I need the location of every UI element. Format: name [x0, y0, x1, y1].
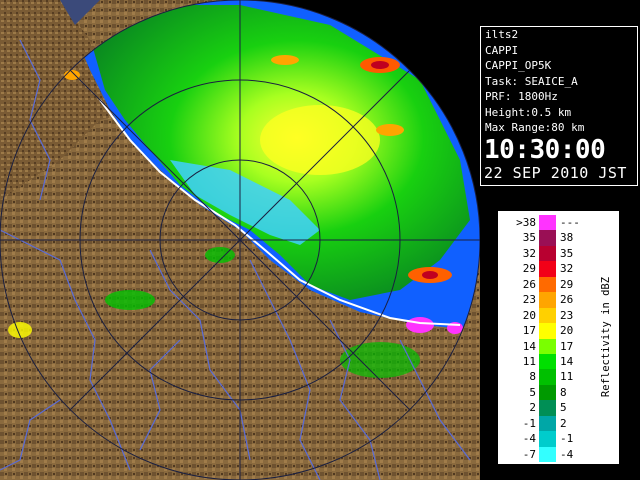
- height-label: Height:0.5 km: [485, 105, 572, 119]
- range-rings: [0, 0, 480, 480]
- prf-label: PRF: 1800Hz: [485, 90, 558, 103]
- legend-high-value: ---: [560, 216, 580, 229]
- legend-swatch: [539, 323, 556, 339]
- echo-cell: [376, 124, 404, 136]
- echo-core: [260, 105, 380, 175]
- legend-low-value: 29: [522, 262, 536, 276]
- legend-low-value: 8: [529, 370, 536, 384]
- legend-low-value: 5: [529, 385, 536, 399]
- legend-high-value: 35: [560, 246, 574, 260]
- echo-cell: [271, 55, 299, 65]
- product-name: CAPPI: [485, 43, 519, 57]
- legend-swatch: [539, 338, 556, 354]
- land-echo: [340, 342, 420, 378]
- legend-swatch: [539, 400, 556, 416]
- legend-row: 35 38: [498, 230, 619, 246]
- legend-high-value: 17: [560, 339, 574, 353]
- legend-swatch: [539, 384, 556, 401]
- legend-high-value: 5: [560, 401, 567, 415]
- legend-row: -7 -4: [498, 446, 619, 462]
- legend-unit: Reflectivity in dBZ: [599, 269, 613, 409]
- legend-swatch: [539, 431, 556, 447]
- legend-row: >38 ---: [498, 215, 619, 231]
- legend-unit-label: Reflectivity in dBZ: [600, 276, 612, 398]
- legend-high-value: -4: [560, 447, 574, 461]
- max-range-label: Max Range:80 km: [485, 121, 585, 134]
- legend-low-value: 14: [522, 339, 536, 353]
- legend-low-value: 26: [522, 277, 536, 291]
- legend-high-value: -1: [560, 432, 574, 446]
- legend-row: 32 35: [498, 245, 619, 262]
- station-name: ilts2: [485, 28, 519, 41]
- date-display: 22 SEP 2010 JST: [484, 163, 627, 182]
- legend-low-value: 11: [522, 354, 536, 368]
- task-label: Task: SEAICE_A: [485, 74, 578, 88]
- legend-low-value: 17: [522, 324, 536, 338]
- legend-high-value: 29: [560, 277, 574, 291]
- legend-swatch: [539, 292, 556, 308]
- side-panel: ilts2 CAPPI CAPPI_OP5K Task: SEAICE_A PR…: [480, 0, 640, 480]
- radar-canvas: [0, 0, 480, 480]
- legend-high-value: 32: [560, 262, 574, 276]
- legend-high-value: 2: [560, 416, 567, 430]
- echo-cell: [422, 271, 438, 279]
- legend-high-value: 14: [560, 354, 574, 368]
- legend-low-value: -1: [522, 416, 536, 430]
- legend-low-value: 32: [522, 246, 536, 260]
- legend-high-value: 23: [560, 308, 574, 322]
- legend-row: -1 2: [498, 415, 619, 432]
- time-display: 10:30:00: [484, 134, 606, 165]
- legend-swatch: [539, 276, 556, 293]
- color-legend: >38 --- 35 38 32 35 29 32 26 29 23 26 20 23 17 20 14 17 11…: [497, 210, 620, 465]
- legend-low-value: -4: [522, 432, 536, 446]
- legend-high-value: 38: [560, 231, 574, 245]
- legend-swatch: [539, 230, 556, 246]
- legend-high-value: 8: [560, 385, 567, 399]
- legend-swatch: [539, 307, 556, 324]
- legend-low-value: -7: [522, 447, 536, 461]
- legend-high-value: 11: [560, 370, 574, 384]
- echo-cell: [406, 317, 434, 333]
- radar-map: [0, 0, 480, 480]
- legend-swatch: [539, 415, 556, 432]
- legend-low-value: 23: [522, 293, 536, 307]
- legend-swatch: [539, 261, 556, 277]
- legend-low-value: >38: [516, 216, 536, 229]
- product-id: CAPPI_OP5K: [485, 59, 552, 72]
- echo-cell: [371, 61, 389, 69]
- info-box: ilts2 CAPPI CAPPI_OP5K Task: SEAICE_A PR…: [480, 26, 638, 186]
- land-echo: [105, 290, 155, 310]
- legend-high-value: 26: [560, 293, 574, 307]
- legend-swatch: [539, 446, 556, 462]
- legend-swatch: [539, 215, 556, 231]
- legend-low-value: 2: [529, 401, 536, 415]
- legend-low-value: 20: [522, 308, 536, 322]
- legend-high-value: 20: [560, 324, 574, 338]
- legend-swatch: [539, 369, 556, 385]
- legend-swatch: [539, 353, 556, 370]
- legend-low-value: 35: [522, 231, 536, 245]
- legend-swatch: [539, 245, 556, 262]
- legend-row: -4 -1: [498, 431, 619, 447]
